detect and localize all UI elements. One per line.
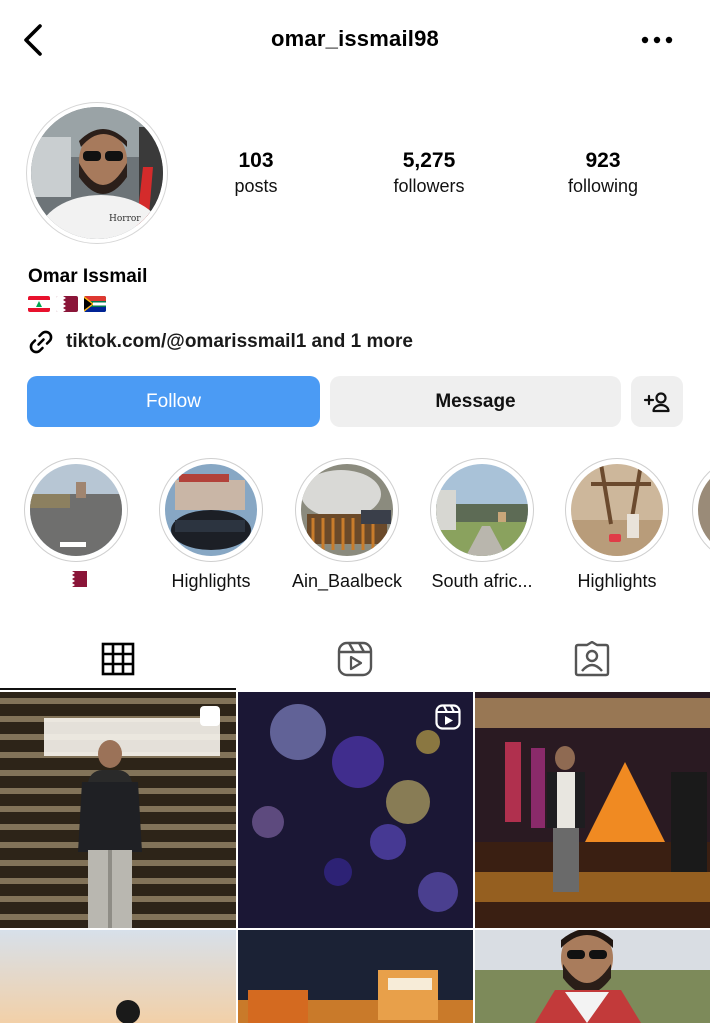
highlight-item-partial[interactable] [692,458,710,562]
highlight-cover [301,464,393,556]
highlight-label [16,571,136,592]
highlight-item[interactable]: Highlights [557,458,677,592]
profile-full-name: Omar Issmail [28,266,148,287]
followers-stat[interactable]: 5,275 followers [354,148,504,198]
highlight-ring [159,458,263,562]
highlight-cover [165,464,257,556]
grid-icon [101,642,135,676]
post-thumbnail [475,930,710,1023]
highlight-ring [24,458,128,562]
tab-posts[interactable] [0,628,236,690]
post-tile[interactable] [0,692,236,928]
bio-link[interactable]: tiktok.com/@omarissmail1 and 1 more [26,326,413,358]
following-stat[interactable]: 923 following [528,148,678,198]
profile-tabs [0,628,710,690]
highlight-item[interactable] [16,458,136,592]
post-tile[interactable] [238,692,473,928]
highlight-item[interactable]: South afric... [422,458,542,592]
bio-flags [28,296,106,316]
highlight-cover [571,464,663,556]
highlight-label: Highlights [577,571,657,591]
tagged-icon [574,641,610,677]
post-tile[interactable] [475,930,710,1023]
svg-text:Horror: Horror [109,214,141,224]
tab-tagged[interactable] [474,628,710,690]
post-thumbnail [0,930,236,1023]
highlight-label: Highlights [171,571,251,591]
posts-count: 103 [238,149,274,172]
follow-button[interactable]: Follow [27,376,320,427]
post-grid [0,692,710,1023]
following-count: 923 [585,149,621,172]
south-africa-flag-icon [84,296,106,312]
highlight-ring [295,458,399,562]
carousel-icon [200,706,220,726]
reel-icon [435,704,461,730]
post-tile[interactable] [0,930,236,1023]
highlight-ring [565,458,669,562]
post-tile[interactable] [238,930,473,1023]
link-icon [29,330,53,354]
highlight-label: South afric... [431,571,533,591]
lebanon-flag-icon [28,296,50,312]
message-button[interactable]: Message [330,376,621,427]
suggested-accounts-button[interactable] [631,376,683,427]
post-tile[interactable] [475,692,710,928]
post-thumbnail [475,692,710,928]
followers-count: 5,275 [402,149,456,172]
highlight-cover [436,464,528,556]
tab-reels[interactable] [237,628,473,690]
reels-icon [337,641,373,677]
highlight-cover [698,464,710,556]
highlight-ring [430,458,534,562]
bio-link-text: tiktok.com/@omarissmail1 and 1 more [66,331,413,352]
followers-label: followers [393,176,465,196]
posts-stat[interactable]: 103 posts [181,148,331,198]
qatar-flag-icon [56,296,78,312]
highlight-ring [692,458,710,562]
posts-label: posts [234,176,278,196]
profile-header: omar_issmail98 [0,0,710,82]
add-person-icon [643,391,670,412]
post-thumbnail [238,930,473,1023]
profile-username: omar_issmail98 [271,26,439,51]
highlight-label: Ain_Baalbeck [291,571,403,591]
highlight-cover [30,464,122,556]
avatar-photo: Horror [31,107,163,239]
avatar[interactable]: Horror [26,102,168,244]
highlight-item[interactable]: Ain_Baalbeck [287,458,407,592]
qatar-flag-icon [65,571,87,587]
more-horizontal-icon[interactable] [640,34,674,46]
following-label: following [567,176,639,196]
highlight-item[interactable]: Highlights [151,458,271,592]
